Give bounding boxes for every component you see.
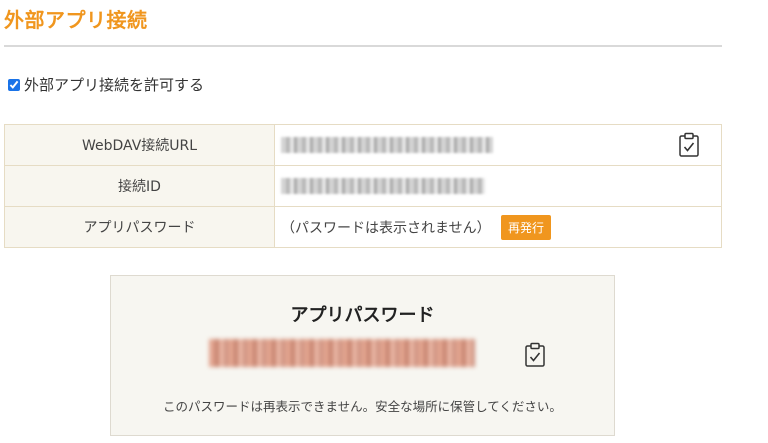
copy-url-button[interactable] <box>677 132 701 162</box>
webdav-url-cell <box>274 124 722 166</box>
title-divider <box>4 45 722 47</box>
clipboard-check-icon <box>679 132 699 157</box>
new-password-panel: アプリパスワード このパスワードは再表示できません。安全な場所に保管してください… <box>110 275 615 436</box>
webdav-url-label: WebDAV接続URL <box>4 124 275 166</box>
table-row: WebDAV接続URL <box>4 124 722 166</box>
connection-id-cell <box>274 165 722 207</box>
table-row: 接続ID <box>4 165 722 207</box>
panel-title: アプリパスワード <box>290 305 435 326</box>
password-hidden-note: （パスワードは表示されません） <box>281 220 491 236</box>
new-password-masked-value <box>209 339 475 367</box>
allow-external-apps-checkbox[interactable] <box>8 78 20 91</box>
app-password-cell: （パスワードは表示されません） 再発行 <box>274 206 722 248</box>
allow-external-apps-option[interactable]: 外部アプリ接続を許可する <box>8 74 204 95</box>
connection-info-table: WebDAV接続URL 接続ID アプリパスワード （パスワードは表示されません… <box>4 124 722 248</box>
copy-password-button[interactable] <box>523 342 547 372</box>
table-row: アプリパスワード （パスワードは表示されません） 再発行 <box>4 206 722 248</box>
webdav-url-masked-value <box>281 137 493 153</box>
reissue-password-button[interactable]: 再発行 <box>501 214 552 240</box>
page-title: 外部アプリ接続 <box>4 8 148 32</box>
password-warning-note: このパスワードは再表示できません。安全な場所に保管してください。 <box>163 399 562 414</box>
app-password-label: アプリパスワード <box>4 206 275 248</box>
clipboard-check-icon <box>525 342 545 367</box>
connection-id-masked-value <box>281 178 485 194</box>
allow-external-apps-label: 外部アプリ接続を許可する <box>24 76 205 94</box>
connection-id-label: 接続ID <box>4 165 275 207</box>
